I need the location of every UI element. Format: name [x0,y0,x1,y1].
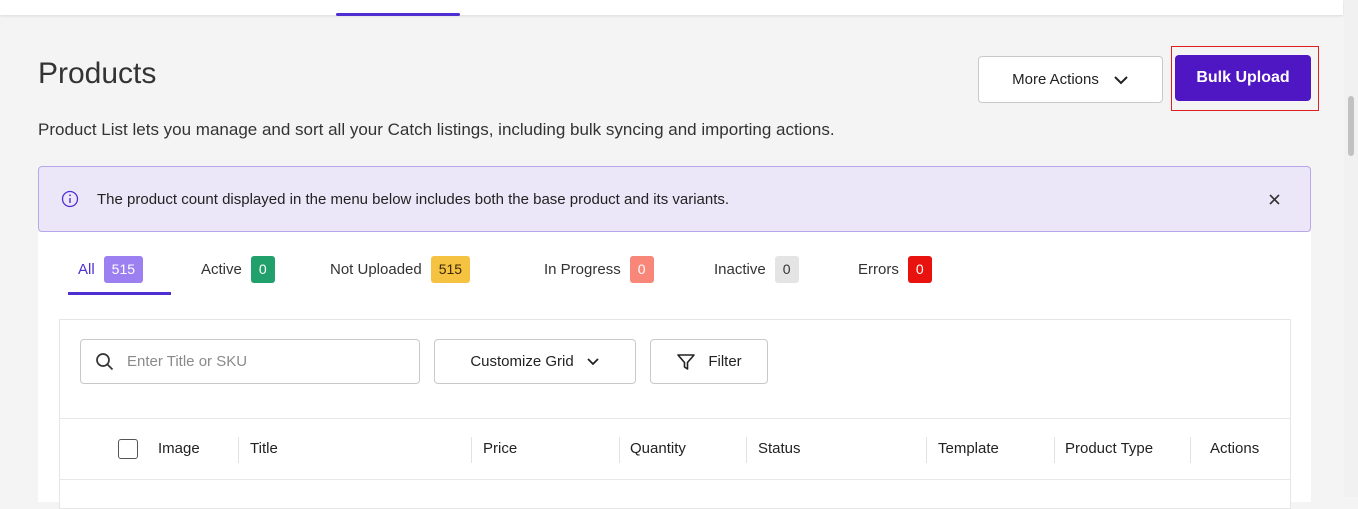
select-all-checkbox[interactable] [118,439,138,459]
count-badge: 0 [774,256,799,283]
info-banner: The product count displayed in the menu … [38,166,1311,232]
page-subtitle: Product List lets you manage and sort al… [38,120,835,139]
column-header-template[interactable]: Template [938,440,999,457]
column-header-product-type[interactable]: Product Type [1065,440,1153,457]
tab-active[interactable]: Active 0 [201,256,275,283]
tab-label: All [78,261,95,278]
tab-errors[interactable]: Errors 0 [858,256,932,283]
more-actions-button[interactable]: More Actions [978,56,1163,103]
tab-label: Not Uploaded [330,261,422,278]
count-badge: 0 [629,256,654,283]
tab-label: In Progress [544,261,621,278]
tab-inactive[interactable]: Inactive 0 [714,256,799,283]
column-header-actions: Actions [1210,440,1260,457]
tab-label: Active [201,261,242,278]
info-icon [61,190,79,208]
tab-label: Errors [858,261,899,278]
chevron-down-icon [587,358,599,366]
divider [60,479,1290,480]
banner-text: The product count displayed in the menu … [97,191,730,208]
more-actions-label: More Actions [1012,71,1099,88]
count-badge: 0 [250,256,275,283]
column-divider[interactable] [238,437,239,463]
close-icon[interactable] [1264,189,1284,209]
filter-button[interactable]: Filter [650,339,768,384]
column-header-price[interactable]: Price [483,440,517,457]
tab-all[interactable]: All 515 [78,256,144,283]
column-divider[interactable] [471,437,472,463]
column-divider[interactable] [619,437,620,463]
top-nav-active-indicator [336,13,460,16]
customize-grid-label: Customize Grid [470,353,574,370]
column-divider[interactable] [1054,437,1055,463]
tab-label: Inactive [714,261,766,278]
column-divider[interactable] [1190,437,1191,463]
column-divider[interactable] [746,437,747,463]
page-title: Products [38,57,157,90]
count-badge: 515 [430,256,471,283]
search-icon [96,353,114,371]
bulk-upload-button[interactable]: Bulk Upload [1175,55,1311,101]
customize-grid-button[interactable]: Customize Grid [434,339,636,384]
count-badge: 515 [103,256,144,283]
filter-icon [677,353,696,370]
page-scrollbar[interactable] [1344,0,1358,497]
filter-label: Filter [708,353,742,370]
column-header-image: Image [158,440,200,457]
tab-in-progress[interactable]: In Progress 0 [544,256,654,283]
tab-not-uploaded[interactable]: Not Uploaded 515 [330,256,471,283]
scrollbar-thumb[interactable] [1348,96,1354,156]
column-header-status[interactable]: Status [758,440,801,457]
chevron-down-icon [1114,75,1128,84]
column-header-quantity[interactable]: Quantity [630,440,686,457]
column-header-title[interactable]: Title [250,440,278,457]
search-box[interactable] [80,339,420,384]
active-tab-indicator [68,292,171,295]
search-input[interactable] [125,352,399,371]
count-badge: 0 [907,256,932,283]
column-divider[interactable] [926,437,927,463]
top-nav-strip [0,0,1343,15]
